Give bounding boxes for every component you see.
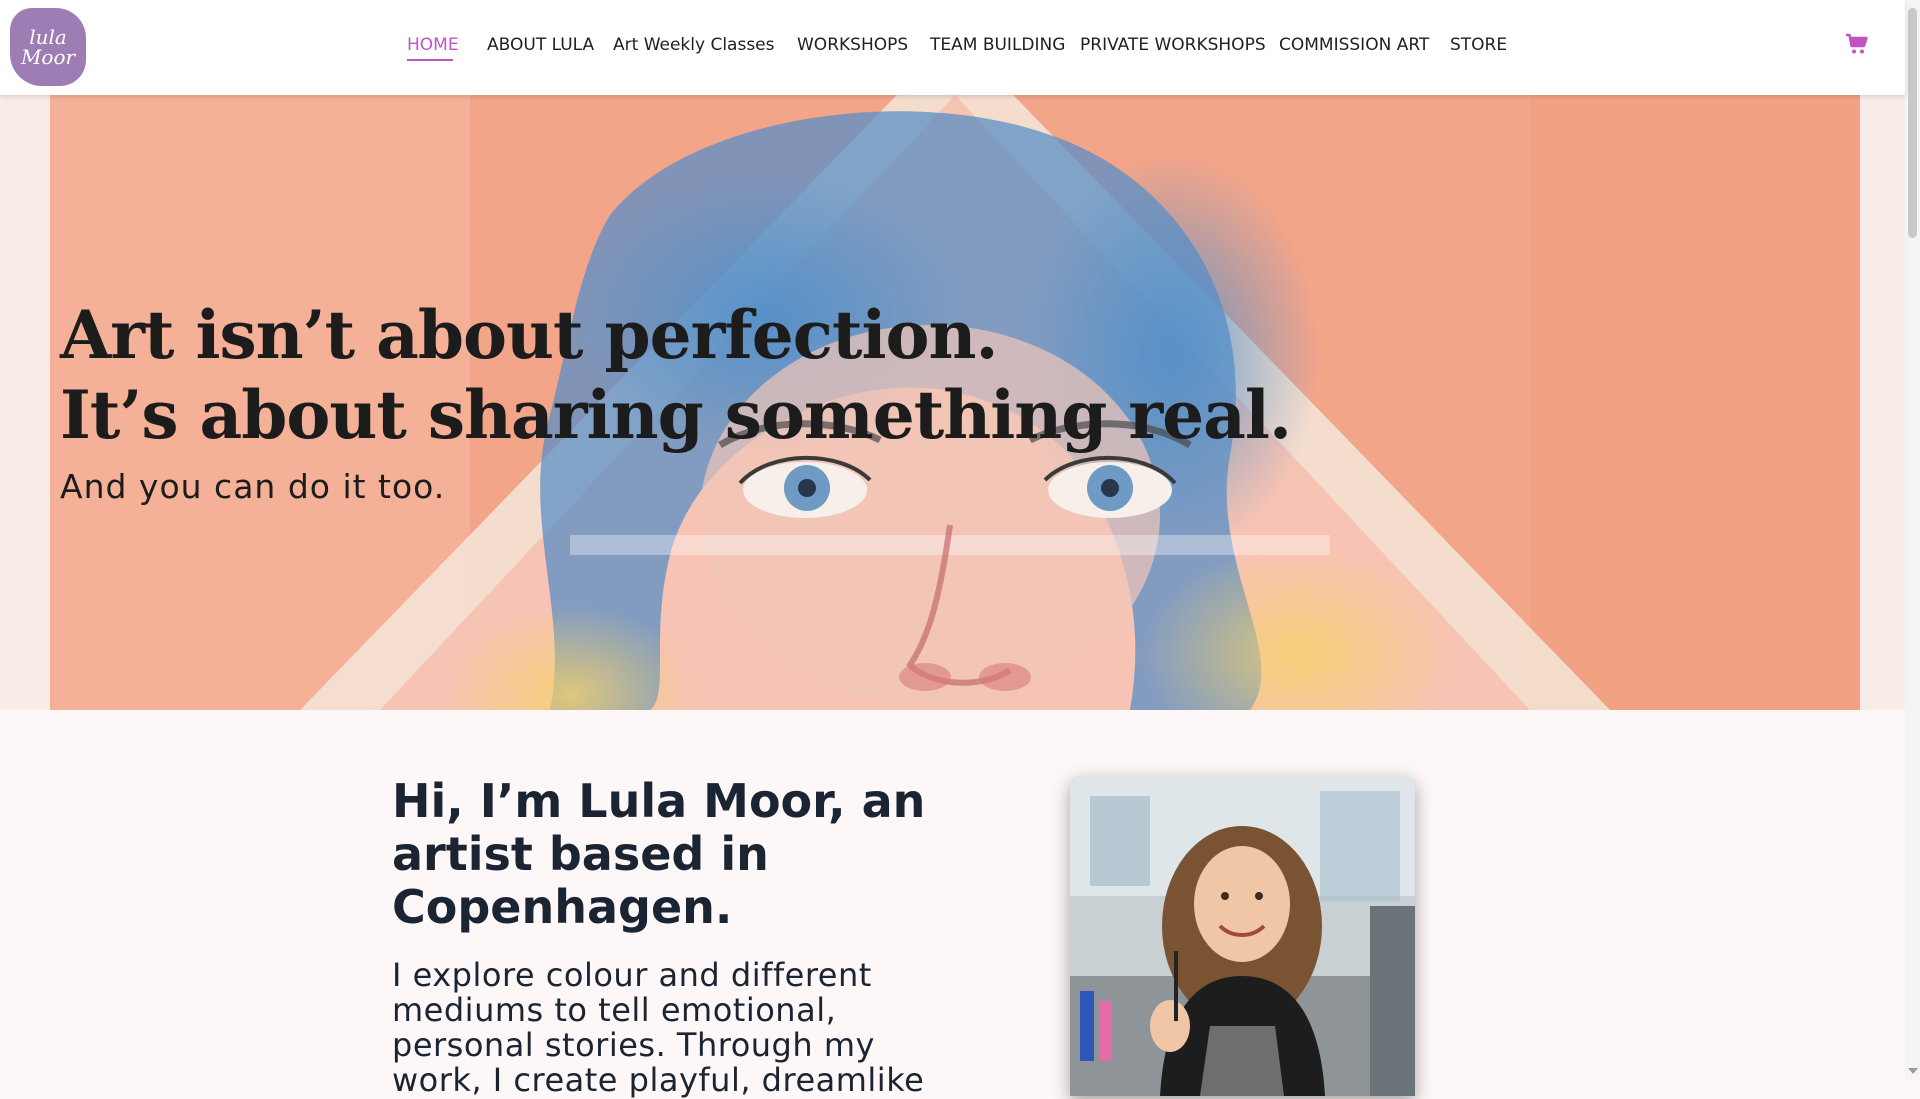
intro-heading-line1: Hi, I’m Lula Moor, an: [392, 774, 926, 828]
site-header: lula Moor HOME ABOUT LULA Art Weekly Cla…: [0, 0, 1905, 95]
intro-text-line2: mediums to tell emotional,: [392, 991, 837, 1029]
scrollbar-thumb[interactable]: [1908, 8, 1917, 238]
hero-title-line1: Art isn’t about perfection.: [60, 296, 999, 374]
intro-heading: Hi, I’m Lula Moor, an artist based in Co…: [392, 775, 952, 934]
hero-subtitle: And you can do it too.: [60, 467, 446, 506]
nav-team-building[interactable]: TEAM BUILDING: [930, 35, 1065, 55]
scroll-down-arrow-icon[interactable]: [1908, 1068, 1918, 1074]
nav-commission-art[interactable]: COMMISSION ART: [1279, 35, 1429, 55]
nav-store[interactable]: STORE: [1450, 35, 1507, 55]
intro-text-line4: work, I create playful, dreamlike: [392, 1061, 925, 1099]
intro-heading-line2: artist based in: [392, 827, 769, 881]
intro-text-line1: I explore colour and different: [392, 956, 872, 994]
artist-portrait-photo: [1070, 776, 1415, 1096]
page-scrollbar[interactable]: [1905, 0, 1920, 1080]
hero-section: Art isn’t about perfection. It’s about s…: [0, 95, 1905, 710]
intro-heading-line3: Copenhagen.: [392, 880, 733, 934]
shopping-cart-icon[interactable]: [1845, 32, 1869, 56]
intro-text-line3: personal stories. Through my: [392, 1026, 875, 1064]
intro-paragraph: I explore colour and different mediums t…: [392, 958, 952, 1098]
hero-title: Art isn’t about perfection. It’s about s…: [60, 295, 1292, 455]
nav-home[interactable]: HOME: [407, 35, 459, 55]
nav-about-lula[interactable]: ABOUT LULA: [487, 35, 594, 55]
nav-active-underline: [407, 59, 453, 61]
main-nav: HOME ABOUT LULA Art Weekly Classes WORKS…: [0, 0, 1600, 95]
nav-art-weekly-classes[interactable]: Art Weekly Classes: [613, 35, 775, 55]
nav-workshops[interactable]: WORKSHOPS: [797, 35, 908, 55]
hero-title-line2: It’s about sharing something real.: [60, 376, 1292, 454]
nav-private-workshops[interactable]: PRIVATE WORKSHOPS: [1080, 35, 1266, 55]
